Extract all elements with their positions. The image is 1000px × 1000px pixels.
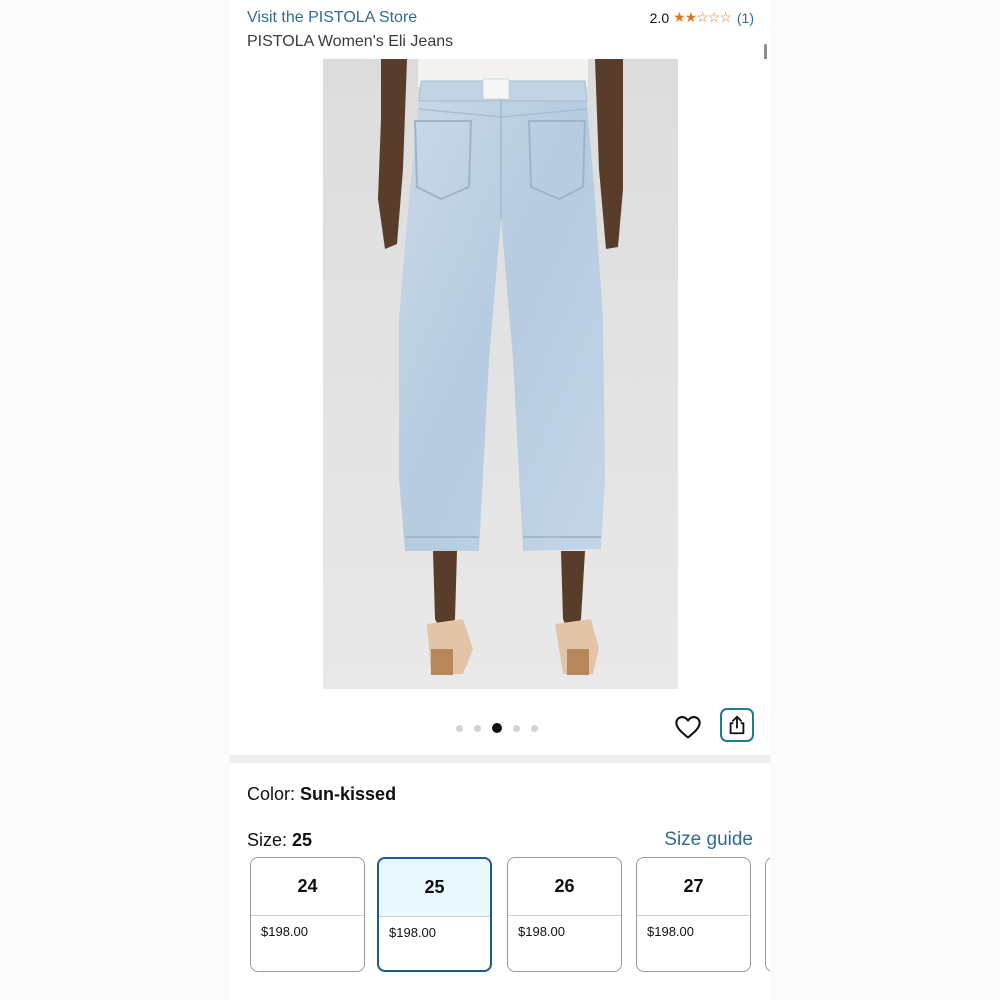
- size-selection: Size: 25: [247, 830, 312, 851]
- page-margin-left: [0, 0, 230, 1000]
- share-icon: [729, 715, 745, 735]
- size-option-size: 27: [637, 858, 750, 916]
- color-selection: Color: Sun-kissed: [247, 784, 396, 805]
- product-title: PISTOLA Women's Eli Jeans: [247, 33, 454, 50]
- carousel-dot[interactable]: [492, 723, 502, 733]
- section-divider: [230, 755, 770, 763]
- size-option-price: $198.00: [261, 924, 308, 939]
- product-page: Visit the PISTOLA Store PISTOLA Women's …: [230, 0, 770, 1000]
- size-option-size: 24: [251, 858, 364, 916]
- color-label: Color:: [247, 784, 296, 804]
- size-option-24[interactable]: 24 $198.00: [250, 857, 365, 972]
- carousel-controls: [230, 689, 770, 755]
- carousel-dot[interactable]: [456, 724, 463, 732]
- size-value: 25: [292, 830, 313, 850]
- size-option-price: $198.00: [647, 924, 694, 939]
- size-option-price: $198.00: [518, 924, 565, 939]
- product-image-carousel[interactable]: [230, 59, 770, 689]
- size-option-26[interactable]: 26 $198.00: [507, 857, 622, 972]
- carousel-dot[interactable]: [474, 724, 481, 732]
- rating-summary[interactable]: 2.0 ★★☆☆☆ (1): [650, 9, 754, 26]
- carousel-dot[interactable]: [513, 724, 520, 732]
- page-margin-right: [770, 0, 1000, 1000]
- heart-icon[interactable]: [674, 713, 702, 741]
- size-option-25[interactable]: 25 $198.00: [377, 857, 492, 972]
- size-options: 24 $198.00 25 $198.00 26 $198.00 27 $198…: [250, 857, 770, 977]
- carousel-dot[interactable]: [531, 724, 538, 732]
- size-option-size: 26: [508, 858, 621, 916]
- size-label: Size:: [247, 830, 288, 850]
- size-option-27[interactable]: 27 $198.00: [636, 857, 751, 972]
- visit-store-link[interactable]: Visit the PISTOLA Store: [247, 9, 417, 27]
- carousel-dots[interactable]: [456, 723, 538, 733]
- size-option-size: 25: [379, 859, 490, 917]
- size-option-price: $198.00: [389, 925, 436, 940]
- jeans-photo-illustration: [323, 59, 678, 689]
- share-button[interactable]: [720, 708, 754, 742]
- color-value: Sun-kissed: [300, 784, 397, 804]
- size-guide-link[interactable]: Size guide: [664, 829, 753, 851]
- rating-count-link[interactable]: (1): [737, 10, 754, 26]
- rating-value: 2.0: [649, 9, 670, 26]
- size-option-next-partial[interactable]: [765, 857, 770, 972]
- product-image[interactable]: [323, 59, 678, 689]
- star-rating-icon: ★★☆☆☆: [673, 9, 732, 25]
